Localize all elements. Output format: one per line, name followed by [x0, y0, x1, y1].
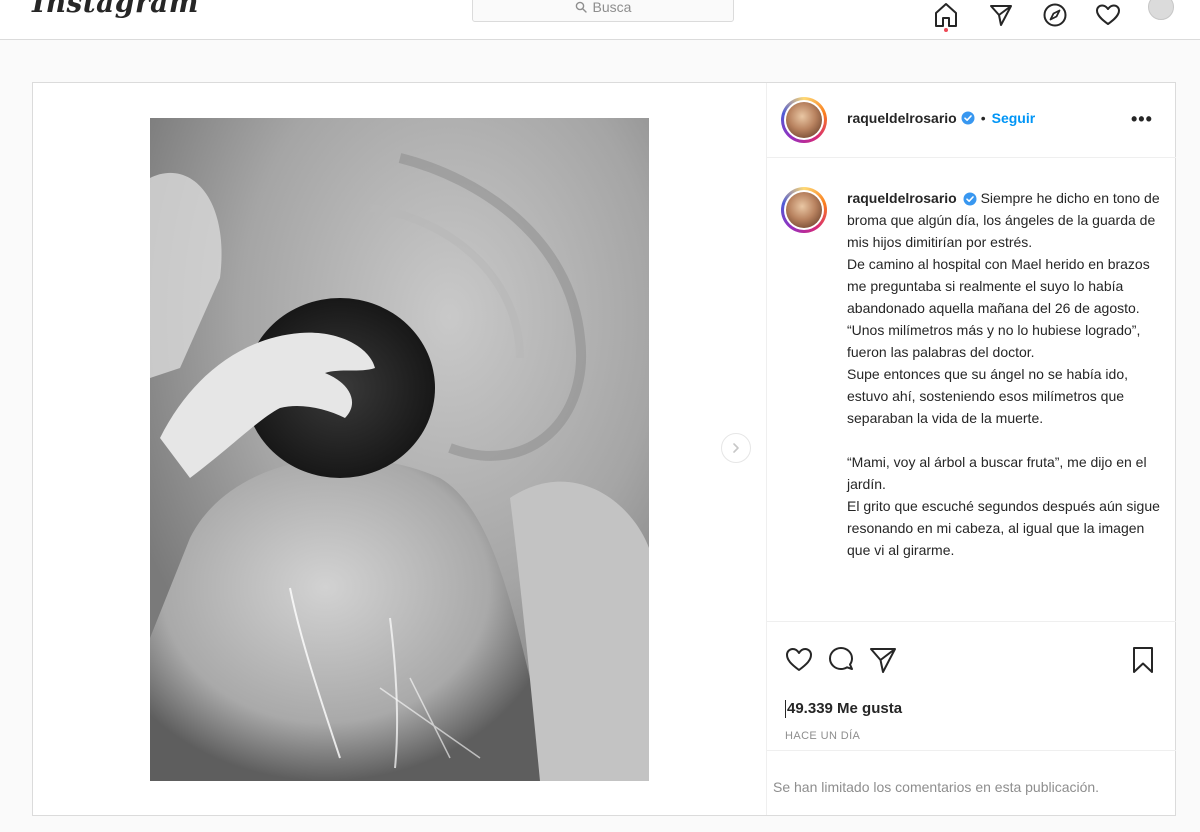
search-input[interactable]: Busca — [472, 0, 734, 22]
caption-line: De camino al hospital con Mael herido en… — [847, 256, 1154, 316]
share-icon[interactable] — [867, 644, 899, 676]
caption-area: raqueldelrosario Siempre he dicho en ton… — [767, 159, 1176, 621]
next-image-button[interactable] — [721, 433, 751, 463]
caption-line: “Mami, voy al árbol a buscar fruta”, me … — [847, 454, 1151, 492]
instagram-logo[interactable]: Instagram — [32, 0, 199, 19]
profile-avatar[interactable] — [1148, 0, 1174, 20]
post-actions: 49.339 Me gusta HACE UN DÍA Se han limit… — [767, 621, 1176, 815]
verified-badge-icon — [963, 192, 977, 206]
caption-line: El grito que escuché segundos después aú… — [847, 498, 1164, 558]
post-header: raqueldelrosario • Seguir ••• — [767, 83, 1176, 158]
direct-icon[interactable] — [986, 0, 1016, 30]
separator-dot: • — [980, 110, 986, 126]
verified-badge-icon — [961, 111, 975, 125]
caption-line: “Unos milímetros más y no lo hubiese log… — [847, 322, 1145, 360]
post-photo[interactable] — [150, 118, 649, 781]
post-media-area — [33, 83, 765, 815]
author-avatar[interactable] — [781, 97, 827, 143]
search-placeholder: Busca — [592, 0, 632, 15]
home-active-dot — [944, 28, 948, 32]
post-card: raqueldelrosario • Seguir ••• raqueldelr… — [32, 82, 1176, 816]
post-author: raqueldelrosario • Seguir — [847, 110, 1035, 126]
caption-text: raqueldelrosario Siempre he dicho en ton… — [847, 187, 1161, 561]
caption-line: Supe entonces que su ángel no se había i… — [847, 366, 1132, 426]
caption-author-avatar[interactable] — [781, 187, 827, 233]
likes-text: 49.339 Me gusta — [787, 700, 903, 717]
like-heart-icon[interactable] — [783, 644, 815, 676]
home-icon[interactable] — [931, 0, 961, 30]
comments-limited-notice: Se han limitado los comentarios en esta … — [767, 750, 1176, 816]
explore-icon[interactable] — [1040, 0, 1070, 30]
top-navigation-bar: Instagram Busca — [0, 0, 1200, 40]
search-icon — [575, 1, 587, 13]
author-username[interactable]: raqueldelrosario — [847, 110, 957, 126]
caption-username[interactable]: raqueldelrosario — [847, 190, 957, 206]
activity-heart-icon[interactable] — [1093, 0, 1123, 30]
post-sidebar: raqueldelrosario • Seguir ••• raqueldelr… — [766, 83, 1176, 815]
save-bookmark-icon[interactable] — [1127, 644, 1159, 676]
more-options-button[interactable]: ••• — [1131, 109, 1153, 130]
post-timestamp[interactable]: HACE UN DÍA — [785, 730, 860, 742]
chevron-right-icon — [730, 442, 742, 454]
likes-count[interactable]: 49.339 Me gusta — [785, 700, 903, 719]
comment-icon[interactable] — [825, 644, 857, 676]
follow-button[interactable]: Seguir — [992, 110, 1036, 126]
